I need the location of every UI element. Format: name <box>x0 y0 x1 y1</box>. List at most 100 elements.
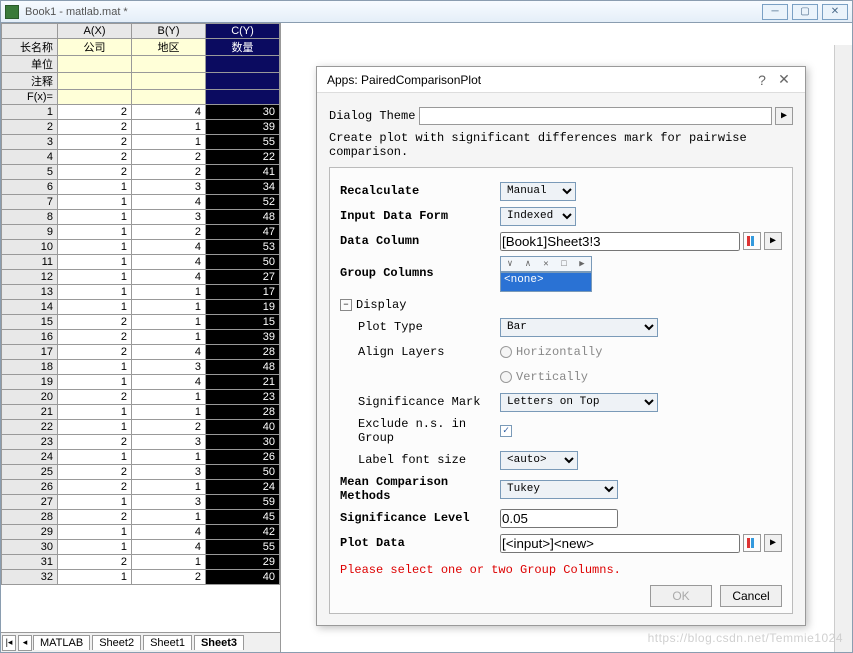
meta-cell[interactable]: 数量 <box>206 39 280 56</box>
cell[interactable]: 2 <box>58 555 132 570</box>
row-header[interactable]: 23 <box>2 435 58 450</box>
row-header[interactable]: 16 <box>2 330 58 345</box>
row-header[interactable]: 14 <box>2 300 58 315</box>
dialog-close-button[interactable]: ✕ <box>773 71 795 88</box>
meta-cell[interactable] <box>206 90 280 105</box>
row-header[interactable]: 4 <box>2 150 58 165</box>
cell[interactable]: 2 <box>58 150 132 165</box>
cell[interactable]: 1 <box>132 120 206 135</box>
cell[interactable]: 2 <box>132 165 206 180</box>
row-header[interactable]: 2 <box>2 120 58 135</box>
meta-cell[interactable] <box>206 56 280 73</box>
cell[interactable]: 59 <box>206 495 280 510</box>
row-header[interactable]: 3 <box>2 135 58 150</box>
cell[interactable]: 4 <box>132 105 206 120</box>
cell[interactable]: 1 <box>58 570 132 585</box>
row-header[interactable]: 22 <box>2 420 58 435</box>
meta-row-label[interactable]: 注释 <box>2 73 58 90</box>
cell[interactable]: 1 <box>58 270 132 285</box>
window-close-button[interactable]: ✕ <box>822 4 848 20</box>
align-horizontally-radio[interactable] <box>500 346 512 358</box>
row-header[interactable]: 29 <box>2 525 58 540</box>
cell[interactable]: 2 <box>58 480 132 495</box>
cell[interactable]: 3 <box>132 435 206 450</box>
align-vertically-radio[interactable] <box>500 371 512 383</box>
meta-cell[interactable] <box>58 90 132 105</box>
meta-cell[interactable] <box>132 56 206 73</box>
cell[interactable]: 1 <box>132 510 206 525</box>
tab-nav-first[interactable]: |◂ <box>2 635 16 651</box>
row-header[interactable]: 19 <box>2 375 58 390</box>
cell[interactable]: 4 <box>132 195 206 210</box>
data-column-picker[interactable] <box>743 232 761 250</box>
cell[interactable]: 1 <box>132 300 206 315</box>
cell[interactable]: 48 <box>206 210 280 225</box>
cell[interactable]: 1 <box>132 330 206 345</box>
cell[interactable]: 2 <box>132 225 206 240</box>
cell[interactable]: 2 <box>58 435 132 450</box>
cell[interactable]: 40 <box>206 420 280 435</box>
significance-mark-select[interactable]: Letters on Top <box>500 393 658 412</box>
sheet-tab[interactable]: Sheet1 <box>143 635 192 650</box>
cell[interactable]: 26 <box>206 450 280 465</box>
row-header[interactable]: 9 <box>2 225 58 240</box>
row-header[interactable]: 18 <box>2 360 58 375</box>
cell[interactable]: 1 <box>58 420 132 435</box>
cell[interactable]: 1 <box>58 255 132 270</box>
row-header[interactable]: 26 <box>2 480 58 495</box>
meta-cell[interactable] <box>132 90 206 105</box>
meta-cell[interactable] <box>58 56 132 73</box>
row-header[interactable]: 30 <box>2 540 58 555</box>
ok-button[interactable]: OK <box>650 585 712 607</box>
cell[interactable]: 29 <box>206 555 280 570</box>
row-header[interactable]: 20 <box>2 390 58 405</box>
row-header[interactable]: 21 <box>2 405 58 420</box>
row-header[interactable]: 31 <box>2 555 58 570</box>
cell[interactable]: 1 <box>58 495 132 510</box>
meta-cell[interactable]: 公司 <box>58 39 132 56</box>
meta-cell[interactable] <box>132 73 206 90</box>
exclude-ns-checkbox[interactable]: ✓ <box>500 425 512 437</box>
cell[interactable]: 45 <box>206 510 280 525</box>
cell[interactable]: 2 <box>58 390 132 405</box>
meta-cell[interactable] <box>206 73 280 90</box>
cell[interactable]: 55 <box>206 135 280 150</box>
meta-row-label[interactable]: F(x)= <box>2 90 58 105</box>
cell[interactable]: 28 <box>206 405 280 420</box>
cell[interactable]: 30 <box>206 435 280 450</box>
label-font-size-select[interactable]: <auto> <box>500 451 578 470</box>
cell[interactable]: 3 <box>132 360 206 375</box>
col-header-c[interactable]: C(Y) <box>206 24 280 39</box>
cell[interactable]: 50 <box>206 255 280 270</box>
data-column-input[interactable] <box>500 232 740 251</box>
vertical-scrollbar[interactable] <box>834 45 852 652</box>
cell[interactable]: 1 <box>58 360 132 375</box>
cell[interactable]: 1 <box>132 315 206 330</box>
cell[interactable]: 41 <box>206 165 280 180</box>
recalculate-select[interactable]: Manual <box>500 182 576 201</box>
plot-data-arrow[interactable]: ▶ <box>764 534 782 552</box>
cell[interactable]: 1 <box>132 450 206 465</box>
cell[interactable]: 4 <box>132 375 206 390</box>
cell[interactable]: 1 <box>58 525 132 540</box>
cell[interactable]: 39 <box>206 330 280 345</box>
row-header[interactable]: 6 <box>2 180 58 195</box>
cell[interactable]: 30 <box>206 105 280 120</box>
cell[interactable]: 1 <box>132 405 206 420</box>
cell[interactable]: 1 <box>58 405 132 420</box>
row-header[interactable]: 27 <box>2 495 58 510</box>
row-header[interactable]: 7 <box>2 195 58 210</box>
col-header-a[interactable]: A(X) <box>58 24 132 39</box>
cell[interactable]: 2 <box>132 420 206 435</box>
data-column-arrow[interactable]: ▶ <box>764 232 782 250</box>
cell[interactable]: 1 <box>58 450 132 465</box>
cell[interactable]: 2 <box>58 135 132 150</box>
cell[interactable]: 4 <box>132 270 206 285</box>
cell[interactable]: 2 <box>58 165 132 180</box>
cell[interactable]: 50 <box>206 465 280 480</box>
cell[interactable]: 1 <box>58 195 132 210</box>
cell[interactable]: 1 <box>58 210 132 225</box>
cell[interactable]: 4 <box>132 540 206 555</box>
row-header[interactable]: 12 <box>2 270 58 285</box>
cell[interactable]: 1 <box>132 135 206 150</box>
